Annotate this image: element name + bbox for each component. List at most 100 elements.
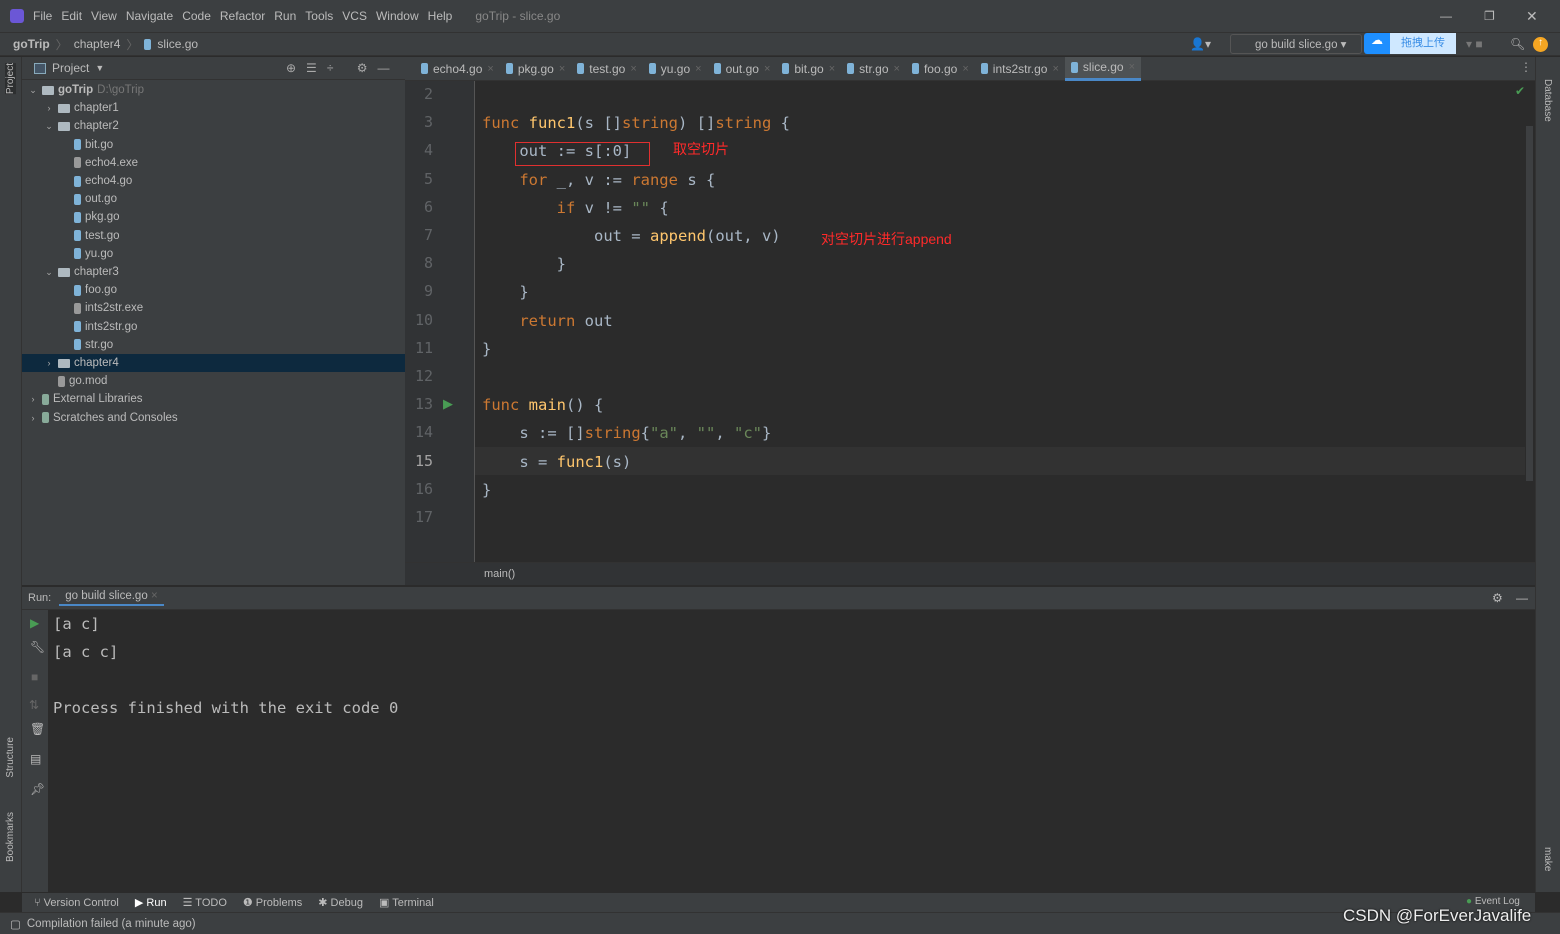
editor-breadcrumb[interactable]: main() [405, 562, 1535, 585]
tab-close-icon[interactable]: × [559, 63, 565, 75]
tab-str-go[interactable]: str.go × [841, 57, 906, 81]
menu-navigate[interactable]: Navigate [126, 9, 173, 23]
layout-icon[interactable]: ▤ [30, 752, 41, 766]
tab-test-go[interactable]: test.go × [571, 57, 642, 81]
menu-code[interactable]: Code [182, 9, 211, 23]
tab-close-icon[interactable]: × [1129, 61, 1135, 73]
inspection-ok-icon[interactable]: ✔ [1515, 84, 1525, 98]
tree-item[interactable]: out.go [22, 190, 405, 208]
tree-item[interactable]: ⌄ goTrip D:\goTrip [22, 81, 405, 99]
menu-tools[interactable]: Tools [305, 9, 333, 23]
menu-view[interactable]: View [91, 9, 117, 23]
breadcrumb-file[interactable]: slice.go [157, 37, 198, 51]
tab-label: ints2str.go [992, 61, 1048, 76]
tab-bit-go[interactable]: bit.go × [776, 57, 841, 81]
tab-ints2str-go[interactable]: ints2str.go × [975, 57, 1065, 81]
tree-item[interactable]: › External Libraries [22, 390, 405, 408]
more-tabs-icon[interactable]: ⋮ [1520, 60, 1532, 74]
project-view-select[interactable]: Project [52, 61, 89, 75]
tree-item[interactable]: test.go [22, 227, 405, 245]
tab-out-go[interactable]: out.go × [708, 57, 777, 81]
tree-item[interactable]: echo4.exe [22, 154, 405, 172]
tree-item[interactable]: › chapter4 [22, 354, 405, 372]
chevron-right-icon[interactable]: › [44, 358, 54, 368]
tree-item[interactable]: pkg.go [22, 208, 405, 226]
tab-pkg-go[interactable]: pkg.go × [500, 57, 571, 81]
bookmarks-tool-button[interactable]: Bookmarks [5, 812, 16, 862]
chevron-right-icon[interactable]: › [28, 413, 38, 423]
search-icon[interactable]: 🔍︎ [1510, 37, 1525, 51]
tab-close-icon[interactable]: × [487, 63, 493, 75]
chevron-down-icon[interactable]: ⌄ [44, 121, 54, 132]
menu-vcs[interactable]: VCS [342, 9, 367, 23]
tree-item[interactable]: echo4.go [22, 172, 405, 190]
sort-icon[interactable]: ⇅ [29, 698, 39, 712]
wrench-icon[interactable]: 🔧︎ [30, 640, 45, 654]
tree-item[interactable]: foo.go [22, 281, 405, 299]
tab-echo4-go[interactable]: echo4.go × [415, 57, 500, 81]
make-tool-button[interactable]: make [1542, 847, 1553, 871]
menu-edit[interactable]: Edit [61, 9, 82, 23]
tab-close-icon[interactable]: × [962, 63, 968, 75]
chevron-down-icon[interactable]: ⌄ [44, 267, 54, 278]
tree-item[interactable]: ⌄ chapter2 [22, 117, 405, 135]
update-icon[interactable]: ↑ [1533, 36, 1548, 52]
tool-terminal[interactable]: ▣ Terminal [379, 896, 434, 909]
run-config-select[interactable]: go build slice.go ▾ [1230, 34, 1362, 54]
menu-file[interactable]: File [33, 9, 52, 23]
tree-item[interactable]: ints2str.go [22, 318, 405, 336]
run-tab[interactable]: go build slice.go × [59, 590, 164, 606]
chevron-right-icon[interactable]: › [28, 394, 38, 404]
run-hide-icon[interactable]: — [1516, 591, 1528, 605]
tool-debug[interactable]: ✱ Debug [318, 896, 363, 909]
breadcrumb-folder[interactable]: chapter4 [74, 37, 121, 51]
project-tool-button[interactable]: Project [5, 63, 16, 95]
menu-help[interactable]: Help [428, 9, 453, 23]
run-settings-icon[interactable]: ⚙ [1492, 591, 1503, 605]
tab-slice-go[interactable]: slice.go × [1064, 56, 1142, 81]
tab-close-icon[interactable]: × [1052, 63, 1058, 75]
tree-item[interactable]: bit.go [22, 136, 405, 154]
stop-button[interactable]: ▾ ■ [1466, 37, 1483, 51]
tool-run[interactable]: ▶ Run [135, 896, 167, 909]
upload-button[interactable]: ☁ 拖拽上传 [1364, 33, 1456, 54]
tool-todo[interactable]: ☰ TODO [183, 896, 227, 909]
tree-item[interactable]: str.go [22, 336, 405, 354]
tree-item[interactable]: ints2str.exe [22, 299, 405, 317]
rerun-icon[interactable]: ▶ [30, 616, 39, 630]
menu-refactor[interactable]: Refactor [220, 9, 265, 23]
tree-item[interactable]: › Scratches and Consoles [22, 409, 405, 427]
stop-icon[interactable]: ■ [31, 670, 38, 684]
run-gutter-icon[interactable]: ▶ [443, 396, 453, 412]
status-icon[interactable]: ▢ [10, 917, 21, 931]
tree-item[interactable]: › chapter1 [22, 99, 405, 117]
editor-scrollbar[interactable] [1526, 126, 1533, 481]
tree-item[interactable]: ⌄ chapter3 [22, 263, 405, 281]
tool-problems[interactable]: ❶ Problems [243, 896, 302, 909]
tab-close-icon[interactable]: × [695, 63, 701, 75]
tab-close-icon[interactable]: × [829, 63, 835, 75]
tab-yu-go[interactable]: yu.go × [643, 57, 708, 81]
tab-close-icon[interactable]: × [764, 63, 770, 75]
chevron-down-icon[interactable]: ⌄ [28, 85, 38, 96]
tree-item[interactable]: go.mod [22, 372, 405, 390]
tree-item[interactable]: yu.go [22, 245, 405, 263]
breadcrumb-project[interactable]: goTrip [13, 37, 50, 51]
project-toolbar-icons[interactable]: ⊕☰÷ ⚙— [286, 61, 400, 75]
tool-version-control[interactable]: ⑂ Version Control [34, 897, 119, 909]
menu-window[interactable]: Window [376, 9, 419, 23]
minimize-button[interactable]: — [1440, 9, 1452, 23]
tab-foo-go[interactable]: foo.go × [906, 57, 975, 81]
tab-close-icon[interactable]: × [630, 63, 636, 75]
close-button[interactable]: ✕ [1526, 8, 1538, 25]
trash-icon[interactable]: 🗑︎ [30, 722, 45, 736]
database-tool-button[interactable]: Database [1542, 79, 1553, 122]
pin-icon[interactable]: 📌︎ [30, 782, 45, 796]
restore-button[interactable]: ❐ [1484, 9, 1495, 23]
structure-tool-button[interactable]: Structure [5, 737, 16, 778]
chevron-right-icon[interactable]: › [44, 103, 54, 113]
code-editor[interactable]: 2 3 4 5 6 7 8 9 10 11 12 13 14 15 16 17 func func1(s []… [405, 81, 1535, 562]
menu-run[interactable]: Run [274, 9, 296, 23]
tab-close-icon[interactable]: × [894, 63, 900, 75]
user-icon[interactable]: 👤▾ [1190, 37, 1211, 51]
